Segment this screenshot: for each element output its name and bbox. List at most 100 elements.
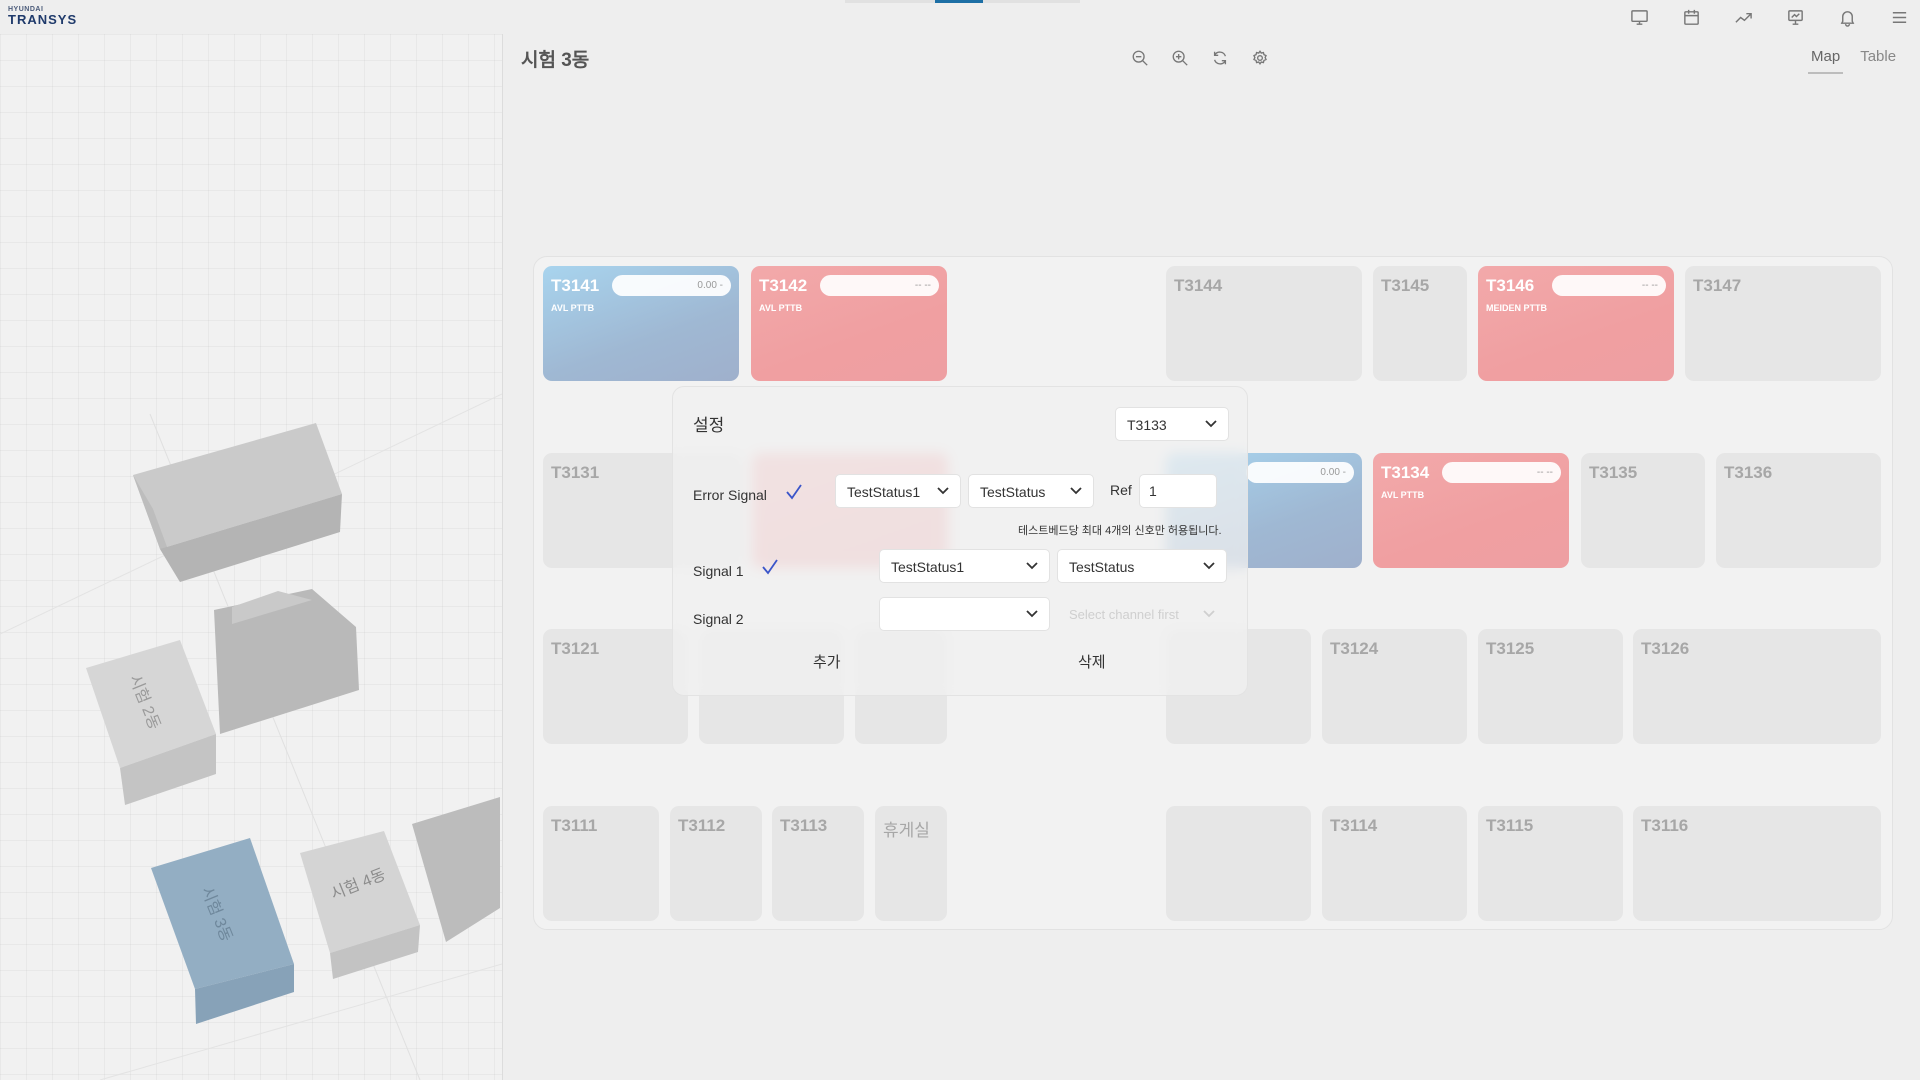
- chevron-down-icon: [1026, 562, 1038, 570]
- ref-label: Ref: [1110, 482, 1132, 498]
- cell-t3115[interactable]: T3115: [1478, 806, 1623, 921]
- menu-icon[interactable]: [1884, 4, 1914, 30]
- chevron-down-icon: [1026, 610, 1038, 618]
- top-tab-indicator: [845, 0, 1080, 3]
- tab-map[interactable]: Map: [1808, 46, 1844, 74]
- monitor-icon[interactable]: [1624, 4, 1654, 30]
- calendar-icon[interactable]: [1676, 4, 1706, 30]
- cell-name: T3115: [1486, 816, 1534, 835]
- cell-name: T3147: [1693, 276, 1742, 295]
- tab-table[interactable]: Table: [1857, 46, 1899, 74]
- error-signal-check-icon[interactable]: [785, 484, 803, 505]
- cell-t3145[interactable]: T3145: [1373, 266, 1467, 381]
- building-test-4[interactable]: 시험 4동: [300, 831, 420, 979]
- signal-1-select-1[interactable]: TestStatus1: [879, 549, 1050, 583]
- signal-1-select-2-value: TestStatus: [1069, 559, 1135, 575]
- cell-t3126[interactable]: T3126: [1633, 629, 1881, 744]
- signal-limit-note: 테스트베드당 최대 4개의 신호만 허용됩니다.: [1018, 525, 1222, 537]
- delete-button[interactable]: 삭제: [1078, 651, 1106, 672]
- zoom-out-icon[interactable]: [1128, 46, 1152, 70]
- signal-2-label: Signal 2: [693, 611, 744, 627]
- cell-t3114[interactable]: T3114: [1322, 806, 1467, 921]
- zoom-in-icon[interactable]: [1168, 46, 1192, 70]
- cell-select-value: T3133: [1127, 417, 1167, 433]
- cell-equipment: AVL PTTB: [759, 303, 803, 313]
- chevron-down-icon: [1203, 610, 1215, 618]
- cell-name: T3144: [1174, 276, 1223, 295]
- cell-t3112[interactable]: T3112: [670, 806, 762, 921]
- cell-name: T3141: [551, 276, 600, 295]
- building-test-3[interactable]: 시험 3동: [151, 838, 294, 1024]
- building-map-panel[interactable]: 시험 2동 시험 3동 시험 4동: [0, 34, 502, 1080]
- cell-t3142[interactable]: T3142 AVL PTTB -- --: [751, 266, 947, 381]
- cell-value: 0.00 -: [1246, 462, 1354, 483]
- cell-name: T3126: [1641, 639, 1690, 658]
- signal-2-select-1[interactable]: [879, 597, 1050, 631]
- cell-name: T3112: [678, 816, 726, 835]
- brand-line2: TRANSYS: [8, 12, 78, 27]
- view-tabs: Map Table: [1808, 46, 1899, 74]
- cell-name: T3145: [1381, 276, 1430, 295]
- cell-t3144[interactable]: T3144: [1166, 266, 1362, 381]
- cell-t3113[interactable]: T3113: [772, 806, 864, 921]
- cell-value: 0.00 -: [612, 275, 731, 296]
- building-test-2[interactable]: 시험 2동: [86, 640, 216, 805]
- cell-value: -- --: [1442, 462, 1561, 483]
- cell-name: T3125: [1486, 639, 1535, 658]
- cell-t3136[interactable]: T3136: [1716, 453, 1881, 568]
- settings-icon[interactable]: [1248, 46, 1272, 70]
- map-toolbar: [1128, 46, 1272, 70]
- cell-blank-row4[interactable]: [1166, 806, 1311, 921]
- signal-1-select-1-value: TestStatus1: [891, 559, 965, 575]
- ref-input[interactable]: [1139, 474, 1217, 508]
- cell-name: T3116: [1641, 816, 1689, 835]
- cell-name: T3146: [1486, 276, 1535, 295]
- cell-name: T3121: [551, 639, 600, 658]
- signal-2-select-2[interactable]: Select channel first: [1057, 597, 1227, 631]
- cell-name: T3135: [1589, 463, 1638, 482]
- brand-logo[interactable]: HYUNDAI TRANSYS: [8, 6, 88, 26]
- building-right[interactable]: [412, 797, 500, 942]
- cell-lounge[interactable]: 휴게실: [875, 806, 947, 921]
- signal-2-select-2-placeholder: Select channel first: [1069, 607, 1179, 622]
- cell-name: 휴게실: [883, 821, 930, 840]
- building-middle[interactable]: [214, 589, 359, 734]
- modal-title: 설정: [693, 416, 725, 435]
- cell-equipment: MEIDEN PTTB: [1486, 303, 1548, 313]
- error-signal-select-2[interactable]: TestStatus: [968, 474, 1094, 508]
- cell-select[interactable]: T3133: [1115, 407, 1229, 441]
- cell-t3121[interactable]: T3121: [543, 629, 688, 744]
- cell-t3124[interactable]: T3124: [1322, 629, 1467, 744]
- cell-t3141[interactable]: T3141 AVL PTTB 0.00 -: [543, 266, 739, 381]
- cell-name: T3142: [759, 276, 808, 295]
- add-button[interactable]: 추가: [813, 651, 841, 672]
- refresh-icon[interactable]: [1208, 46, 1232, 70]
- cell-t3116[interactable]: T3116: [1633, 806, 1881, 921]
- signal-1-check-icon[interactable]: [761, 559, 779, 580]
- chevron-down-icon: [937, 487, 949, 495]
- signal-1-select-2[interactable]: TestStatus: [1057, 549, 1227, 583]
- chevron-down-icon: [1203, 562, 1215, 570]
- cell-t3125[interactable]: T3125: [1478, 629, 1623, 744]
- error-signal-select-2-value: TestStatus: [980, 484, 1046, 500]
- building-top[interactable]: [133, 423, 342, 582]
- page-title: 시험 3동: [521, 50, 590, 71]
- top-icon-bar: [1624, 4, 1914, 30]
- cell-equipment: AVL PTTB: [1381, 490, 1425, 500]
- top-bar: HYUNDAI TRANSYS: [0, 0, 1920, 34]
- cell-t3111[interactable]: T3111: [543, 806, 659, 921]
- presentation-icon[interactable]: [1780, 4, 1810, 30]
- panel-divider: [502, 34, 503, 1080]
- cell-name: T3134: [1381, 463, 1430, 482]
- trend-icon[interactable]: [1728, 4, 1758, 30]
- cell-t3135[interactable]: T3135: [1581, 453, 1705, 568]
- active-tab-indicator: [935, 0, 983, 3]
- cell-t3146[interactable]: T3146 MEIDEN PTTB -- --: [1478, 266, 1674, 381]
- cell-value: -- --: [820, 275, 939, 296]
- error-signal-select-1[interactable]: TestStatus1: [835, 474, 961, 508]
- cell-name: T3124: [1330, 639, 1379, 658]
- cell-t3147[interactable]: T3147: [1685, 266, 1881, 381]
- signal-1-label: Signal 1: [693, 563, 744, 579]
- bell-icon[interactable]: [1832, 4, 1862, 30]
- cell-t3134[interactable]: T3134 AVL PTTB -- --: [1373, 453, 1569, 568]
